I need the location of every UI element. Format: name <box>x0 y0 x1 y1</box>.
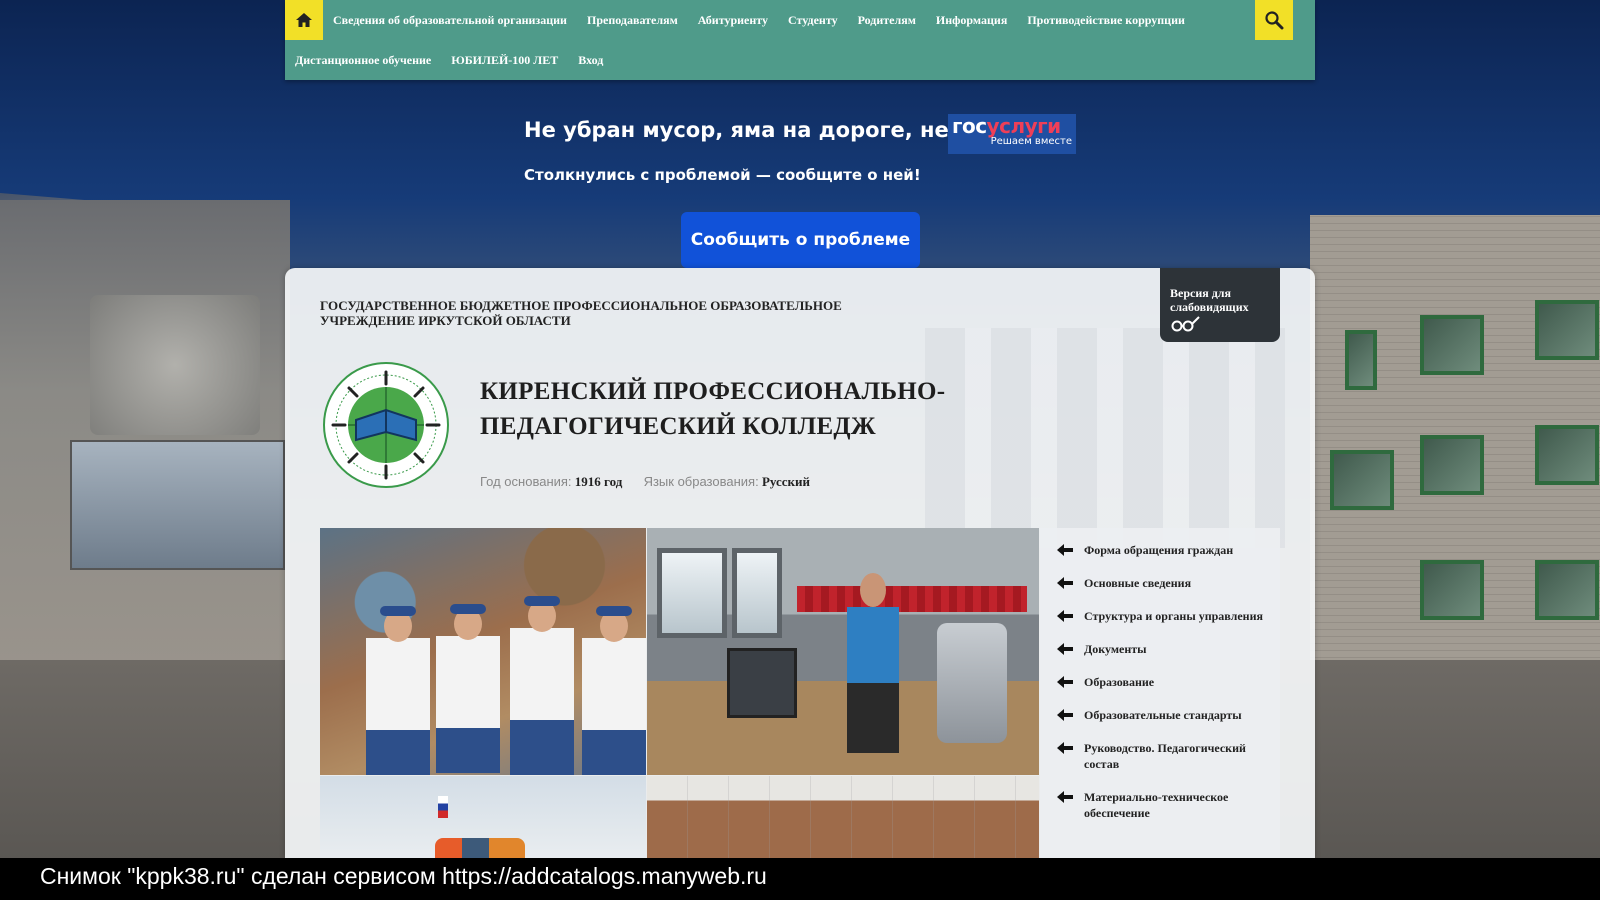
gosuslugi-subtitle: Столкнулись с проблемой — сообщите о ней… <box>524 166 921 184</box>
photo-figure <box>366 606 430 775</box>
background-window <box>1535 300 1599 360</box>
search-icon <box>1265 11 1284 30</box>
nav-item-teachers[interactable]: Преподавателям <box>577 13 688 28</box>
nav-item-distance-learning[interactable]: Дистанционное обучение <box>285 53 441 68</box>
side-menu-item[interactable]: Образование <box>1040 674 1280 690</box>
nav-item-anticorruption[interactable]: Противодействие коррупции <box>1017 13 1195 28</box>
background-window <box>1420 560 1484 620</box>
side-menu-label: Структура и органы управления <box>1084 609 1263 623</box>
background-banner <box>70 440 285 570</box>
photo-chair <box>937 623 1007 743</box>
college-logo <box>323 362 449 488</box>
search-button[interactable] <box>1255 0 1293 40</box>
gosuslugi-logo-part1: гос <box>952 114 987 138</box>
organization-type: ГОСУДАРСТВЕННОЕ БЮДЖЕТНОЕ ПРОФЕССИОНАЛЬН… <box>320 298 842 328</box>
founded-value: 1916 год <box>574 474 623 489</box>
background-window <box>1535 560 1599 620</box>
gosuslugi-logo[interactable]: госуслуги Решаем вместе <box>948 114 1076 154</box>
language-label: Язык образования: <box>643 474 759 489</box>
gosuslugi-logo-part2: услуги <box>986 114 1062 138</box>
background-window <box>1345 330 1377 390</box>
nav-item-students[interactable]: Студенту <box>778 13 848 28</box>
gosuslugi-title: Не убран мусор, яма на дороге, не гор <box>524 118 997 142</box>
side-menu-item[interactable]: Форма обращения граждан <box>1040 542 1280 558</box>
side-menu-label: Документы <box>1084 642 1147 656</box>
nav-item-information[interactable]: Информация <box>926 13 1017 28</box>
photo-figure <box>510 596 574 775</box>
background-window <box>1535 425 1599 485</box>
arrow-left-icon <box>1057 709 1073 721</box>
arrow-left-icon <box>1057 544 1073 556</box>
arrow-left-icon <box>1057 610 1073 622</box>
nav-item-jubilee[interactable]: ЮБИЛЕЙ-100 ЛЕТ <box>441 53 568 68</box>
side-menu-item[interactable]: Структура и органы управления <box>1040 608 1280 624</box>
photo-figure <box>435 838 525 858</box>
home-button[interactable] <box>285 0 323 40</box>
arrow-left-icon <box>1057 742 1073 754</box>
side-menu-label: Образовательные стандарты <box>1084 708 1242 722</box>
side-menu-item[interactable]: Документы <box>1040 641 1280 657</box>
photo-students-sailors[interactable] <box>320 528 646 775</box>
nav-row-secondary: Дистанционное обучение ЮБИЛЕЙ-100 ЛЕТ Вх… <box>285 40 1315 80</box>
low-vision-version-button[interactable]: Версия для слабовидящих <box>1160 268 1280 342</box>
arrow-left-icon <box>1057 577 1073 589</box>
screenshot-caption: Снимок "kppk38.ru" сделан сервисом https… <box>0 858 1600 900</box>
college-name: КИРЕНСКИЙ ПРОФЕССИОНАЛЬНО-ПЕДАГОГИЧЕСКИЙ… <box>480 378 946 440</box>
home-icon <box>296 13 312 27</box>
glasses-icon <box>1171 316 1200 332</box>
background-relief <box>90 295 260 435</box>
nav-item-login[interactable]: Вход <box>568 53 613 68</box>
nav-item-org-info[interactable]: Сведения об образовательной организации <box>323 13 577 28</box>
background-window <box>1420 435 1484 495</box>
background-window <box>1420 315 1484 375</box>
photo-window <box>657 548 727 638</box>
nav-row-primary: Сведения об образовательной организации … <box>285 0 1315 40</box>
side-menu-label: Руководство. Педагогический состав <box>1084 741 1246 771</box>
arrow-left-icon <box>1057 643 1073 655</box>
photo-curtain <box>797 586 1027 612</box>
photo-river-crew[interactable] <box>320 776 646 858</box>
arrow-left-icon <box>1057 791 1073 803</box>
side-menu-item[interactable]: Образовательные стандарты <box>1040 707 1280 723</box>
photo-console <box>727 648 797 718</box>
background-window <box>1330 450 1394 510</box>
photo-figure <box>582 606 646 775</box>
side-menu-item[interactable]: Руководство. Педагогический состав <box>1040 740 1280 772</box>
report-problem-button[interactable]: Сообщить о проблеме <box>681 212 920 268</box>
flag-icon <box>438 796 448 818</box>
side-menu-label: Форма обращения граждан <box>1084 543 1234 557</box>
side-menu-label: Основные сведения <box>1084 576 1192 590</box>
side-menu-item[interactable]: Материально-техническое обеспечение <box>1040 789 1280 821</box>
side-menu: Форма обращения граждан Основные сведени… <box>1040 528 1280 858</box>
arrow-left-icon <box>1057 676 1073 688</box>
side-menu-label: Образование <box>1084 675 1155 689</box>
top-navigation: Сведения об образовательной организации … <box>285 0 1315 80</box>
photo-assembly-hall[interactable] <box>647 776 1039 858</box>
nav-item-parents[interactable]: Родителям <box>848 13 926 28</box>
main-card: ГОСУДАРСТВЕННОЕ БЮДЖЕТНОЕ ПРОФЕССИОНАЛЬН… <box>285 268 1315 858</box>
side-menu-item[interactable]: Основные сведения <box>1040 575 1280 591</box>
photo-window <box>732 548 782 638</box>
nav-item-applicants[interactable]: Абитуриенту <box>688 13 778 28</box>
side-menu-label: Материально-техническое обеспечение <box>1084 790 1229 820</box>
photo-figure <box>436 604 500 773</box>
college-meta: Год основания: 1916 год Язык образования… <box>480 474 828 490</box>
low-vision-label: Версия для слабовидящих <box>1170 286 1249 314</box>
photo-ship-bridge[interactable] <box>647 528 1039 775</box>
language-value: Русский <box>761 474 810 489</box>
photo-figure <box>847 573 899 753</box>
founded-label: Год основания: <box>480 474 572 489</box>
